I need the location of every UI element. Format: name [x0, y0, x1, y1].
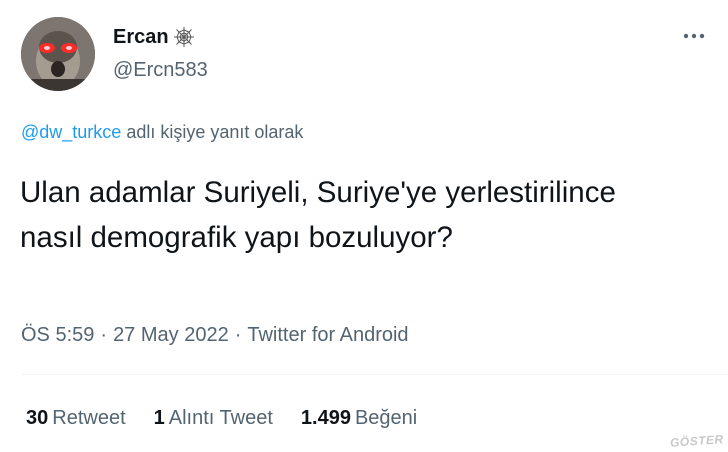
like-count: 1.499: [300, 407, 351, 429]
reply-context-text: adlı kişiye yanıt olarak: [121, 122, 304, 142]
like-label: Beğeni: [354, 407, 418, 429]
tweet-time[interactable]: ÖS 5:59: [21, 324, 94, 346]
quote-tweet-label: Alıntı Tweet: [168, 407, 273, 429]
avatar[interactable]: [21, 17, 95, 91]
meta-separator: ·: [100, 324, 108, 346]
divider: [21, 374, 728, 375]
retweet-label: Retweet: [52, 407, 126, 429]
author-handle[interactable]: @Ercn583: [113, 58, 208, 82]
quote-tweet-count: 1: [153, 407, 165, 429]
reply-context: @dw_turkce adlı kişiye yanıt olarak: [21, 121, 303, 143]
tweet-meta: ÖS 5:59 · 27 May 2022 · Twitter for Android: [21, 322, 409, 348]
watermark: GÖSTER: [669, 432, 725, 450]
author-name[interactable]: Ercan: [113, 25, 169, 49]
meta-separator: ·: [234, 324, 242, 346]
like-stat[interactable]: 1.499 Beğeni: [301, 405, 417, 431]
spider-web-icon: [173, 26, 195, 48]
avatar-image: [21, 17, 95, 91]
more-options-button[interactable]: [680, 22, 708, 50]
tweet-source[interactable]: Twitter for Android: [247, 324, 408, 346]
more-dots-icon: [683, 33, 705, 39]
retweet-stat[interactable]: 30 Retweet: [26, 405, 126, 431]
tweet-card: Ercan @Ercn583 @dw_turkce adlı kişiye ya…: [0, 0, 728, 452]
tweet-text: Ulan adamlar Suriyeli, Suriye'ye yerlest…: [20, 176, 616, 254]
author-name-row[interactable]: Ercan: [113, 25, 195, 49]
tweet-stats: 30 Retweet 1 Alıntı Tweet 1.499 Beğeni: [26, 405, 417, 431]
retweet-count: 30: [26, 407, 49, 429]
reply-to-link[interactable]: @dw_turkce: [21, 122, 121, 142]
quote-tweet-stat[interactable]: 1 Alıntı Tweet: [154, 405, 273, 431]
tweet-date[interactable]: 27 May 2022: [113, 324, 229, 346]
